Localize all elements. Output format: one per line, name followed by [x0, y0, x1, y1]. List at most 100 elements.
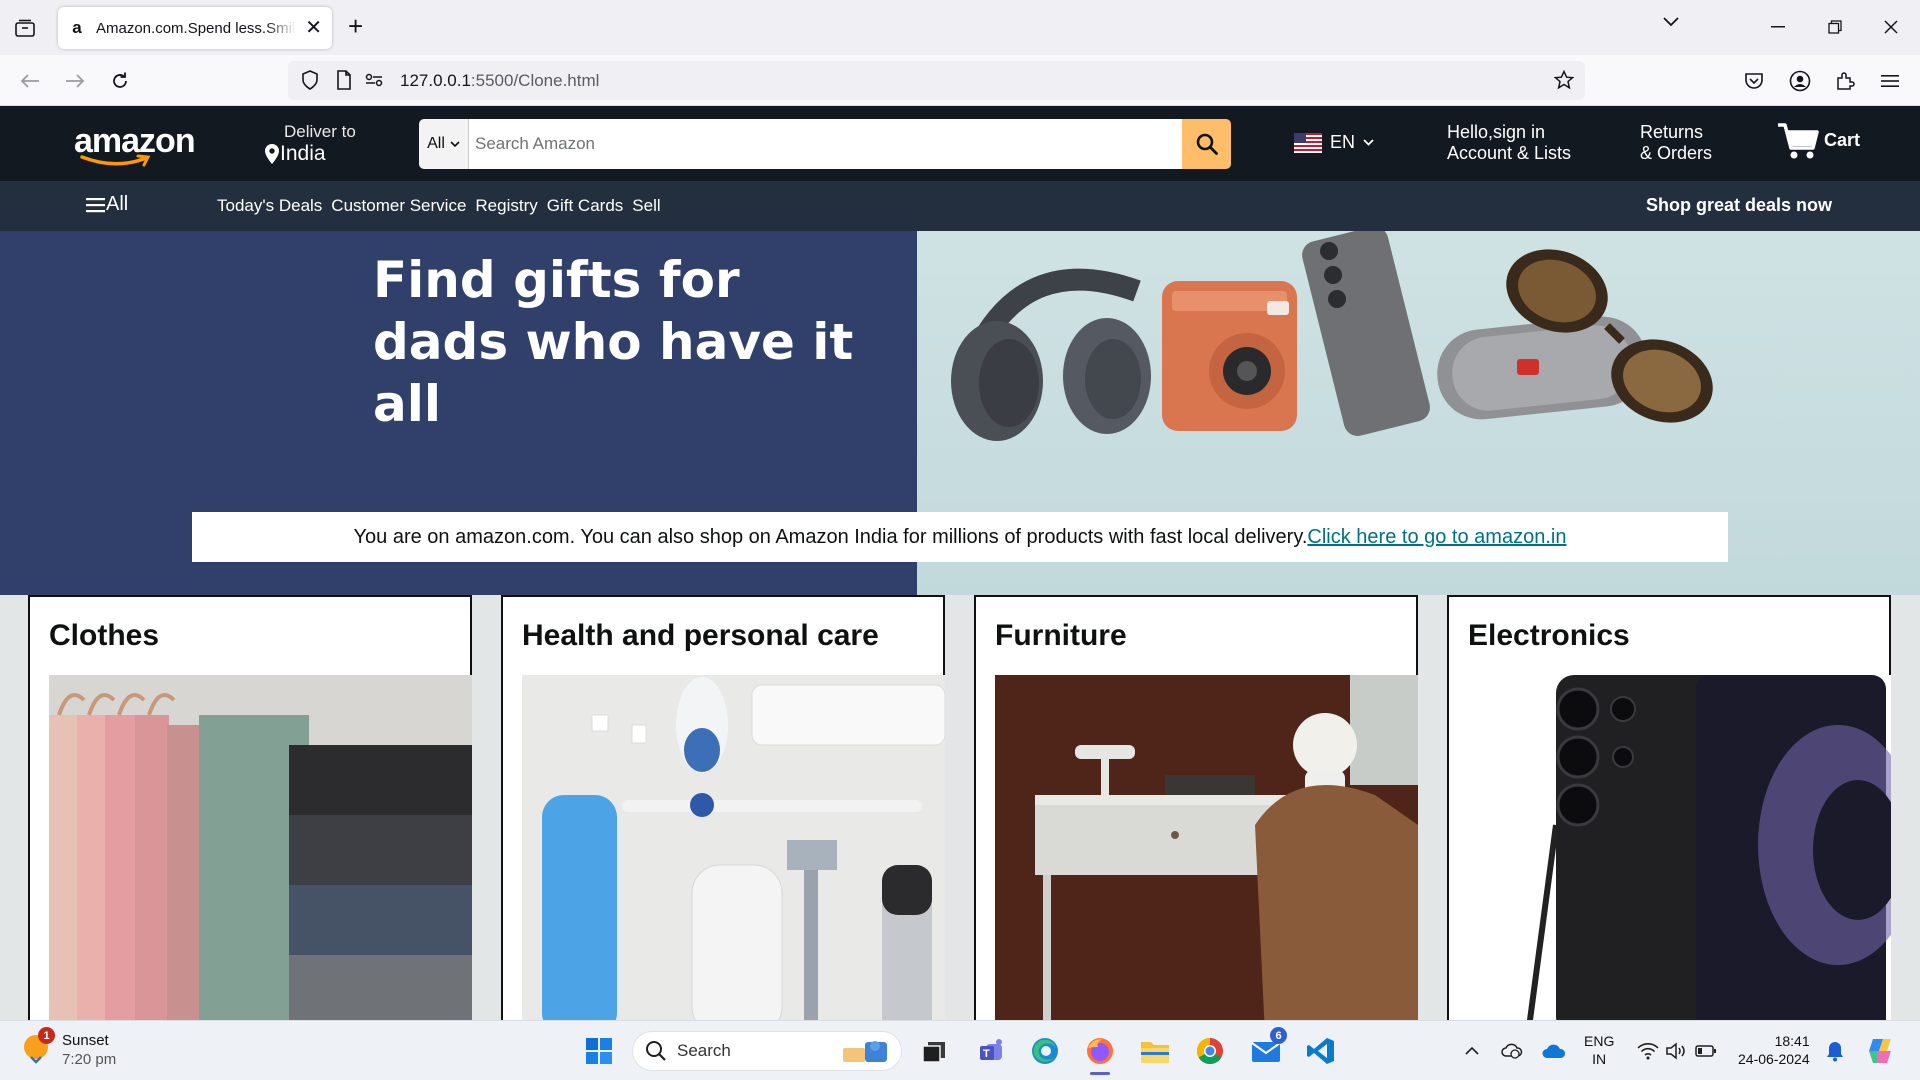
active-app-indicator — [1090, 1072, 1110, 1075]
mail-icon[interactable]: 6 — [1248, 1027, 1287, 1069]
location-pin-icon — [265, 144, 279, 164]
extensions-icon[interactable] — [1831, 67, 1859, 95]
mail-badge: 6 — [1270, 1027, 1287, 1044]
shop-deals-link[interactable]: Shop great deals now — [1646, 195, 1832, 216]
subnav-link-registry[interactable]: Registry — [475, 196, 537, 216]
card-health-personal-care[interactable]: Health and personal care — [501, 595, 945, 1035]
windows-taskbar: 1 Sunset 7:20 pm Search T 6 ENG IN 18:41… — [0, 1020, 1920, 1080]
hero-title: Find gifts for dads who have it all — [373, 251, 854, 433]
us-flag-icon — [1294, 132, 1322, 153]
amazon-header: amazon Deliver to India All EN Hello,sig… — [0, 106, 1920, 181]
edge-icon[interactable] — [1027, 1033, 1063, 1069]
deliver-to[interactable]: Deliver to India — [264, 122, 356, 166]
card-furniture[interactable]: Furniture — [974, 595, 1418, 1035]
health-care-image — [522, 675, 945, 1035]
shield-icon[interactable] — [296, 66, 324, 94]
search-bar: All — [419, 119, 1231, 169]
card-title: Clothes — [49, 619, 160, 652]
amazon-favicon-icon: a — [72, 18, 82, 37]
close-window-icon[interactable] — [1868, 10, 1914, 44]
card-electronics[interactable]: Electronics — [1447, 595, 1891, 1035]
restore-icon[interactable] — [1812, 10, 1858, 44]
back-icon[interactable] — [16, 67, 44, 95]
amazon-logo[interactable]: amazon — [74, 124, 196, 168]
battery-icon[interactable] — [1688, 1033, 1724, 1069]
account-icon[interactable] — [1786, 67, 1814, 95]
subnav-link-customer-service[interactable]: Customer Service — [331, 196, 466, 216]
cart-button[interactable]: Cart — [1776, 121, 1860, 161]
url-text: 127.0.0.1:5500/Clone.html — [400, 70, 600, 90]
amazon-india-link[interactable]: Click here to go to amazon.in — [1307, 526, 1566, 549]
weather-widget[interactable]: 1 Sunset 7:20 pm — [22, 1027, 116, 1069]
subnav-link-todays-deals[interactable]: Today's Deals — [217, 196, 322, 216]
smile-arrow-icon — [80, 154, 151, 167]
tab-title: Amazon.com.Spend less.Smile more. — [96, 19, 296, 37]
menu-icon[interactable] — [1876, 67, 1904, 95]
clothes-image — [49, 675, 472, 1035]
notification-bell-icon[interactable] — [1817, 1033, 1853, 1069]
show-hidden-icons[interactable] — [1454, 1033, 1490, 1069]
clock[interactable]: 18:41 24-06-2024 — [1738, 1032, 1810, 1068]
firefox-icon[interactable] — [1082, 1033, 1118, 1075]
card-clothes[interactable]: Clothes — [28, 595, 472, 1035]
pocket-icon[interactable] — [1740, 67, 1768, 95]
language-selector[interactable]: EN — [1294, 132, 1374, 153]
cart-icon — [1778, 123, 1819, 159]
tab-list-icon[interactable] — [12, 15, 38, 41]
card-title: Health and personal care — [522, 619, 879, 652]
amazon-india-notice: You are on amazon.com. You can also shop… — [192, 512, 1728, 562]
minimize-icon[interactable] — [1755, 10, 1801, 44]
reload-icon[interactable] — [106, 67, 134, 95]
search-icon — [646, 1041, 666, 1061]
taskbar-search[interactable]: Search — [632, 1031, 902, 1071]
search-button[interactable] — [1182, 119, 1231, 169]
chrome-icon[interactable] — [1192, 1033, 1228, 1069]
weather-badge: 1 — [38, 1027, 55, 1044]
browser-tab-bar: a Amazon.com.Spend less.Smile more. ✕ + — [0, 0, 1920, 55]
chevron-down-icon — [1363, 139, 1374, 146]
all-menu-button[interactable]: All — [86, 193, 128, 216]
browser-tab-active[interactable]: a Amazon.com.Spend less.Smile more. ✕ — [58, 7, 332, 49]
copilot-icon[interactable] — [1862, 1033, 1898, 1069]
search-icon — [1196, 133, 1218, 155]
svg-text:T: T — [983, 1048, 990, 1060]
windows-start-icon[interactable] — [581, 1033, 617, 1069]
bookmark-star-icon[interactable] — [1550, 66, 1578, 94]
amazon-subnav: All Today's Deals Customer Service Regis… — [0, 181, 1920, 231]
permissions-icon[interactable] — [360, 66, 388, 94]
subnav-link-sell[interactable]: Sell — [632, 196, 660, 216]
forward-icon[interactable] — [61, 67, 89, 95]
onedrive-cloud-icon[interactable] — [1536, 1033, 1572, 1069]
page-icon[interactable] — [330, 66, 358, 94]
file-explorer-icon[interactable] — [1137, 1033, 1173, 1069]
electronics-image — [1468, 675, 1891, 1035]
task-view-icon[interactable] — [916, 1033, 952, 1069]
card-title: Electronics — [1468, 619, 1630, 652]
instant-camera-image — [1162, 281, 1297, 431]
hero-banner[interactable]: Find gifts for dads who have it all You … — [0, 231, 1920, 595]
search-category-select[interactable]: All — [419, 119, 469, 169]
onedrive-sync-icon[interactable] — [1494, 1033, 1530, 1069]
search-highlight-icon — [843, 1041, 887, 1062]
card-title: Furniture — [995, 619, 1127, 652]
input-language[interactable]: ENG IN — [1584, 1032, 1614, 1068]
search-input[interactable] — [469, 119, 1182, 169]
address-bar[interactable]: 127.0.0.1:5500/Clone.html — [288, 61, 1585, 100]
headphones-image — [951, 268, 1151, 441]
category-cards: Clothes Health and personal care Furnitu… — [0, 595, 1920, 1035]
subnav-links: Today's Deals Customer Service Registry … — [217, 196, 661, 216]
close-tab-icon[interactable]: ✕ — [305, 18, 322, 38]
returns-orders[interactable]: Returns & Orders — [1640, 122, 1712, 164]
account-lists[interactable]: Hello,sign in Account & Lists — [1447, 122, 1571, 164]
vscode-icon[interactable] — [1303, 1033, 1339, 1069]
hamburger-icon — [86, 197, 105, 212]
teams-icon[interactable]: T — [974, 1033, 1010, 1069]
chevron-down-icon — [450, 140, 460, 147]
browser-nav-bar: 127.0.0.1:5500/Clone.html — [0, 55, 1920, 106]
list-all-tabs-icon[interactable] — [1662, 14, 1680, 32]
smartphone-image — [1302, 231, 1430, 436]
new-tab-icon[interactable]: + — [348, 13, 363, 39]
furniture-image — [995, 675, 1418, 1035]
subnav-link-gift-cards[interactable]: Gift Cards — [547, 196, 624, 216]
sunset-icon: 1 — [22, 1027, 55, 1065]
